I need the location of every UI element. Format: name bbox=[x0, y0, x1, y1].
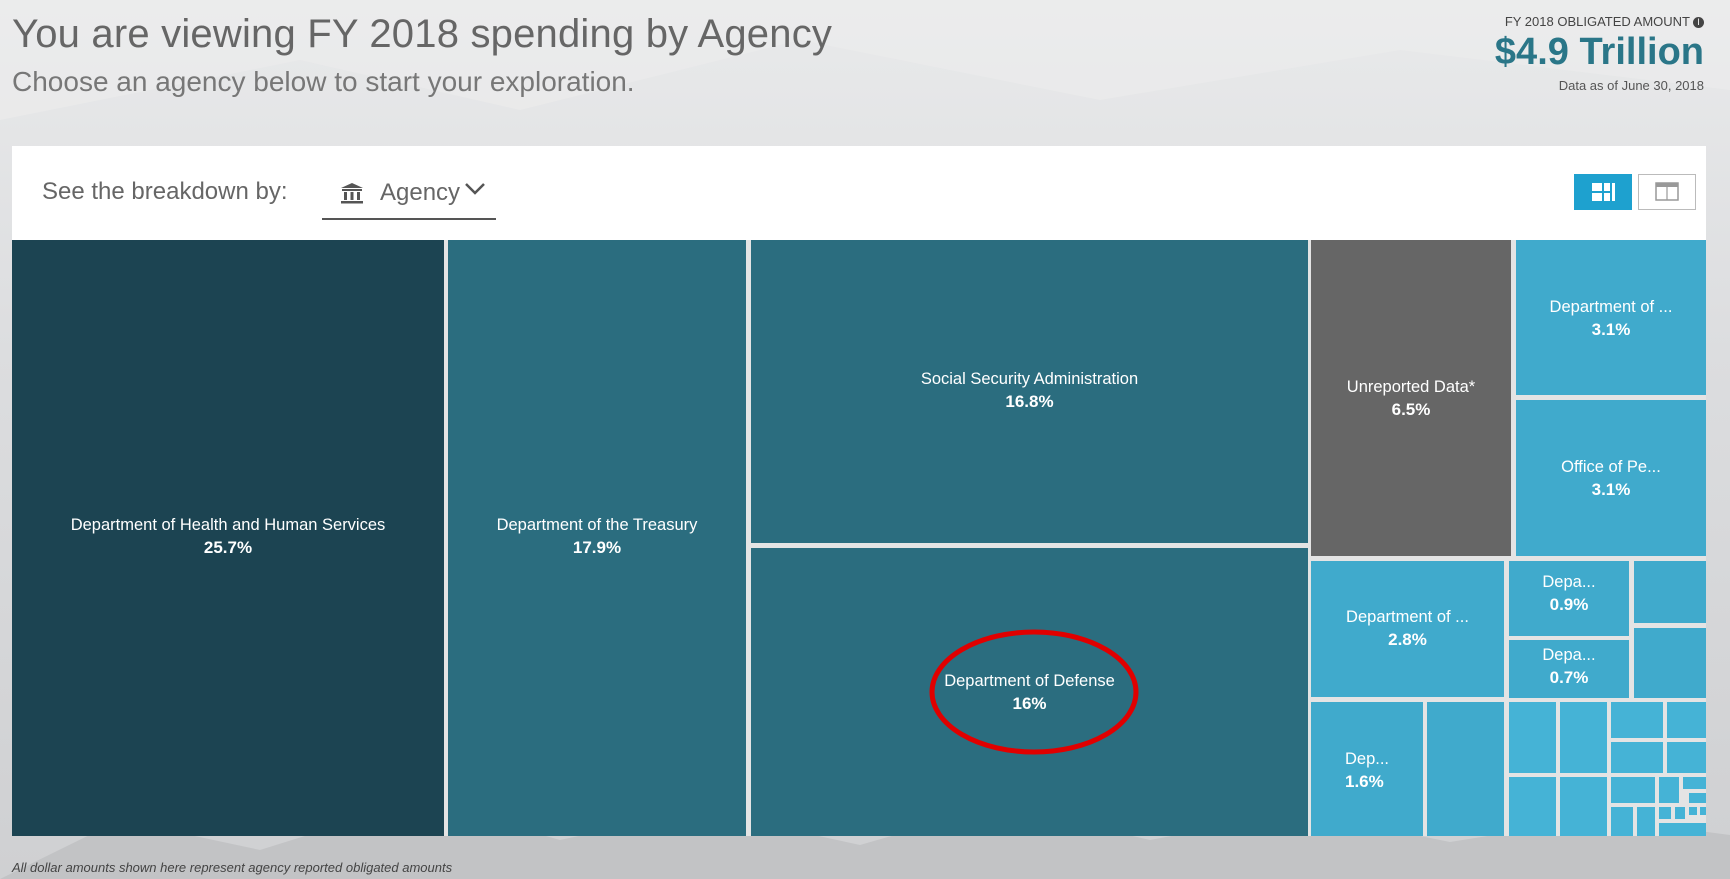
tile-label: Department of Health and Human Services bbox=[70, 516, 386, 534]
tile-label: Department of ... bbox=[1549, 298, 1673, 316]
treemap-tile-small[interactable] bbox=[1667, 742, 1706, 773]
treemap-tile-small[interactable] bbox=[1634, 628, 1706, 698]
tile-percent: 2.8% bbox=[1388, 630, 1427, 649]
treemap-tile-small[interactable] bbox=[1634, 561, 1706, 623]
treemap-tile-small[interactable] bbox=[1611, 742, 1663, 773]
treemap-tile-office-of-personnel[interactable]: Office of Pe... 3.1% bbox=[1516, 400, 1706, 556]
treemap-tile-small[interactable] bbox=[1611, 807, 1633, 836]
treemap-tile-small[interactable] bbox=[1700, 807, 1706, 815]
treemap-tile-small[interactable] bbox=[1560, 702, 1607, 773]
agency-treemap: Department of Health and Human Services … bbox=[12, 240, 1706, 836]
treemap-tile-department[interactable]: Dep... 1.6% bbox=[1311, 702, 1423, 836]
breakdown-panel: See the breakdown by: Agency bbox=[12, 146, 1706, 240]
treemap-tile-small[interactable] bbox=[1659, 807, 1671, 819]
tile-percent: 3.1% bbox=[1591, 320, 1631, 339]
treemap-tile-small[interactable] bbox=[1683, 777, 1706, 789]
breakdown-selected-value: Agency bbox=[380, 179, 461, 206]
treemap-tile-small[interactable] bbox=[1689, 793, 1706, 803]
tile-label: Department of the Treasury bbox=[496, 516, 698, 534]
treemap-tile-social-security[interactable]: Social Security Administration 16.8% bbox=[751, 240, 1308, 543]
data-as-of-date: Data as of June 30, 2018 bbox=[1558, 78, 1704, 93]
tile-label: Office of Pe... bbox=[1561, 458, 1661, 476]
tile-label: Unreported Data* bbox=[1346, 378, 1476, 396]
tile-label: Department of ... bbox=[1346, 608, 1469, 626]
treemap-tile-department[interactable]: Department of ... 3.1% bbox=[1516, 240, 1706, 395]
tile-label: Dep... bbox=[1345, 750, 1390, 768]
treemap-tile-small[interactable] bbox=[1509, 777, 1556, 836]
info-icon[interactable]: i bbox=[1693, 17, 1704, 28]
tile-percent: 17.9% bbox=[572, 538, 622, 557]
breakdown-label: See the breakdown by: bbox=[42, 178, 288, 205]
treemap-tile-small[interactable] bbox=[1659, 777, 1679, 803]
treemap-tile-department[interactable]: Department of ... 2.8% bbox=[1311, 561, 1504, 697]
treemap-tile-small[interactable] bbox=[1637, 807, 1655, 836]
table-view-icon bbox=[1655, 182, 1679, 201]
footnote: All dollar amounts shown here represent … bbox=[12, 860, 453, 875]
page-title: You are viewing FY 2018 spending by Agen… bbox=[12, 12, 833, 56]
treemap-tile-treasury[interactable]: Department of the Treasury 17.9% bbox=[448, 240, 746, 836]
tile-percent: 0.7% bbox=[1549, 668, 1589, 687]
tile-label: Depa... bbox=[1542, 646, 1596, 664]
tile-percent: 16.8% bbox=[1005, 392, 1054, 411]
treemap-tile-small[interactable] bbox=[1667, 702, 1706, 738]
treemap-tile-small[interactable] bbox=[1659, 823, 1706, 836]
treemap-tile-defense[interactable]: Department of Defense 16% bbox=[751, 548, 1308, 836]
treemap-tile-small[interactable] bbox=[1675, 807, 1685, 819]
treemap-tile-department[interactable]: Depa... 0.9% bbox=[1509, 561, 1629, 636]
treemap-tile-department[interactable]: Depa... 0.7% bbox=[1509, 640, 1629, 698]
treemap-tile-unreported-data[interactable]: Unreported Data* 6.5% bbox=[1311, 240, 1511, 556]
tile-percent: 16% bbox=[1012, 694, 1047, 713]
tile-percent: 25.7% bbox=[203, 538, 253, 557]
breakdown-dropdown[interactable]: Agency bbox=[322, 166, 496, 220]
treemap-tile-small[interactable] bbox=[1689, 807, 1697, 815]
tile-percent: 6.5% bbox=[1391, 400, 1431, 419]
treemap-view-icon bbox=[1592, 183, 1615, 201]
treemap-tile-small[interactable] bbox=[1509, 702, 1556, 773]
tile-label: Depa... bbox=[1542, 573, 1596, 591]
obligated-amount-label: FY 2018 OBLIGATED AMOUNT bbox=[1504, 14, 1690, 29]
table-view-button[interactable] bbox=[1638, 174, 1696, 210]
bank-building-icon bbox=[341, 183, 363, 204]
treemap-tile-small[interactable] bbox=[1611, 702, 1663, 738]
treemap-view-button[interactable] bbox=[1574, 174, 1632, 210]
treemap-tile-small[interactable] bbox=[1611, 777, 1655, 803]
obligated-amount-value: $4.9 Trillion bbox=[1494, 31, 1704, 73]
tile-percent: 1.6% bbox=[1345, 772, 1384, 791]
obligated-amount-summary: FY 2018 OBLIGATED AMOUNT i $4.9 Trillion … bbox=[1495, 14, 1704, 93]
chevron-down-icon bbox=[465, 183, 485, 195]
treemap-tile-small[interactable] bbox=[1560, 777, 1607, 836]
tile-label: Department of Defense bbox=[944, 672, 1115, 690]
tile-label: Social Security Administration bbox=[920, 370, 1139, 388]
treemap-tile-small[interactable] bbox=[1427, 702, 1504, 836]
treemap-tile-health-human-services[interactable]: Department of Health and Human Services … bbox=[12, 240, 444, 836]
tile-percent: 3.1% bbox=[1591, 480, 1631, 499]
tile-percent: 0.9% bbox=[1549, 595, 1589, 614]
page-subtitle: Choose an agency below to start your exp… bbox=[12, 66, 635, 97]
